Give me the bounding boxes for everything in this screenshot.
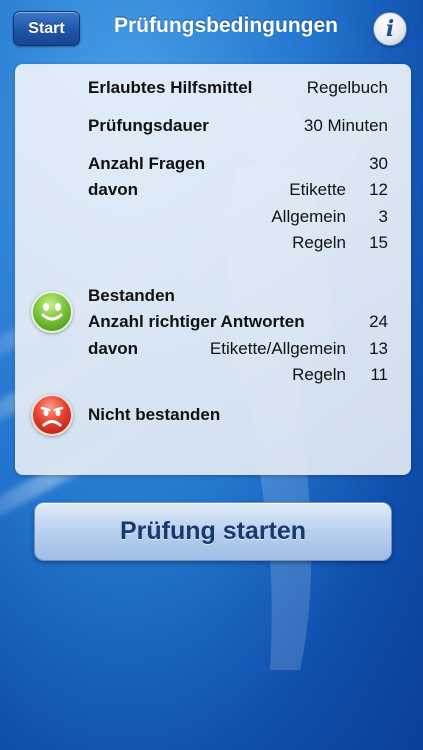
correct-category-label: Regeln	[292, 365, 346, 384]
correct-category-value: 13	[369, 339, 388, 358]
navigation-bar: Start Prüfungsbedingungen i	[0, 0, 423, 58]
correct-category-label: Etikette/Allgemein	[209, 339, 346, 358]
correct-answers-row: Anzahl richtiger Antworten 24	[88, 312, 388, 334]
happy-smiley-icon	[31, 291, 73, 333]
page-title: Prüfungsbedingungen	[114, 14, 338, 37]
question-category-label: Regeln	[292, 233, 346, 252]
question-category-label: Etikette	[289, 180, 346, 199]
allowed-aids-value: Regelbuch	[306, 78, 388, 97]
duration-value: 30 Minuten	[303, 116, 388, 135]
question-category-value: 15	[369, 233, 388, 252]
question-count-label: Anzahl Fragen	[88, 154, 206, 173]
allowed-aids-row: Erlaubtes Hilfsmittel Regelbuch	[88, 78, 388, 100]
info-icon[interactable]: i	[373, 12, 407, 46]
allowed-aids-label: Erlaubtes Hilfsmittel	[88, 78, 253, 97]
passed-row: Bestanden	[88, 286, 388, 308]
correct-breakdown-row: davon Etikette/Allgemein 13	[88, 339, 388, 361]
failed-row: Nicht bestanden	[88, 405, 388, 427]
question-breakdown-row: Allgemein 3	[88, 207, 388, 229]
question-category-value: 12	[369, 180, 388, 199]
correct-category-value: 11	[370, 365, 388, 384]
start-back-button[interactable]: Start	[13, 11, 80, 46]
passed-label: Bestanden	[88, 286, 175, 305]
question-breakdown-label: davon	[88, 180, 139, 199]
duration-row: Prüfungsdauer 30 Minuten	[88, 116, 388, 138]
correct-breakdown-row: Regeln 11	[88, 365, 388, 387]
question-breakdown-row: davon Etikette 12	[88, 180, 388, 202]
question-category-value: 3	[378, 207, 388, 226]
question-breakdown-row: Regeln 15	[88, 233, 388, 255]
duration-label: Prüfungsdauer	[88, 116, 209, 135]
correct-answers-label: Anzahl richtiger Antworten	[88, 312, 305, 331]
correct-breakdown-label: davon	[88, 339, 139, 358]
question-count-row: Anzahl Fragen 30	[88, 154, 388, 176]
start-exam-button[interactable]: Prüfung starten	[34, 502, 392, 561]
question-category-label: Allgemein	[271, 207, 346, 226]
sad-smiley-icon	[31, 394, 73, 436]
failed-label: Nicht bestanden	[88, 405, 221, 424]
correct-answers-value: 24	[369, 312, 388, 331]
question-count-value: 30	[369, 154, 388, 173]
